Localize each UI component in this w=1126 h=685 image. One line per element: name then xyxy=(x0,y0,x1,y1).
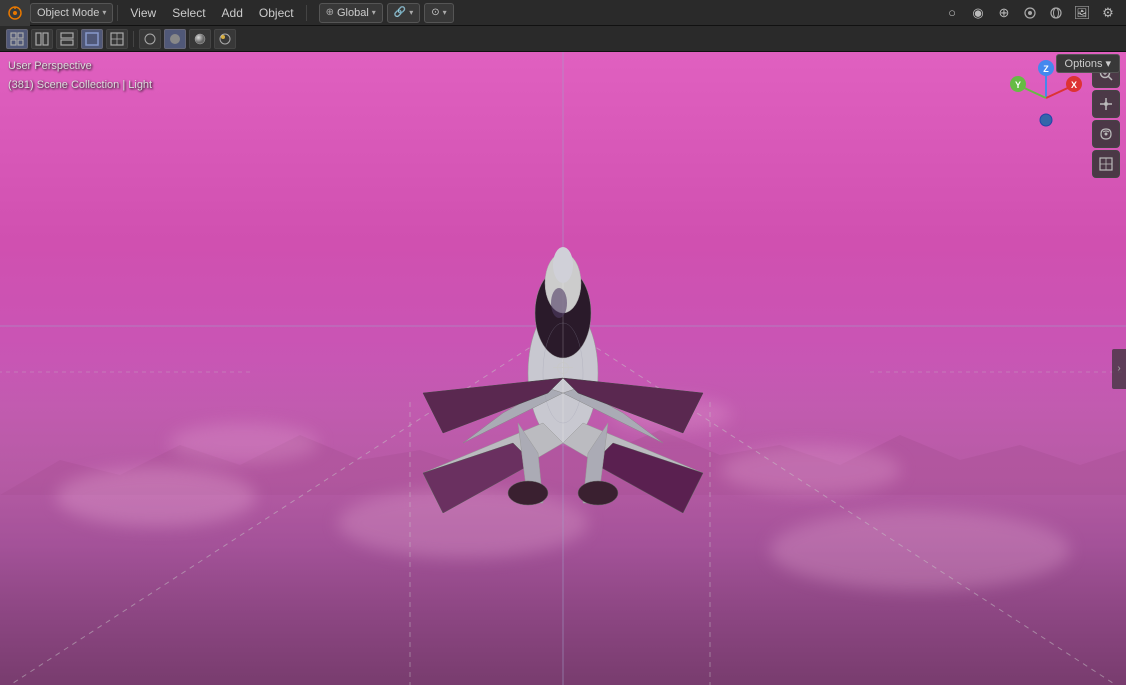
mode-dropdown-arrow: ▾ xyxy=(102,8,106,17)
svg-text:X: X xyxy=(1071,80,1077,90)
cloud-5 xyxy=(770,510,1070,590)
viewport-3d[interactable]: User Perspective (381) Scene Collection … xyxy=(0,52,1126,685)
object-mode-label: Object Mode xyxy=(37,7,99,19)
shading-wireframe[interactable] xyxy=(139,29,161,49)
snap-dropdown[interactable]: 🔗 ▾ xyxy=(387,3,420,23)
svg-text:Z: Z xyxy=(1043,64,1049,74)
menu-sep-1 xyxy=(117,5,118,21)
blender-logo[interactable] xyxy=(0,0,30,26)
toolbar-row: Options ▾ xyxy=(0,26,1126,52)
proportional-arrow: ▾ xyxy=(443,8,447,17)
viewport-shading-icon[interactable]: ○ xyxy=(940,2,964,24)
svg-text:Y: Y xyxy=(1015,80,1021,90)
render-properties-icon[interactable]: 🖼 xyxy=(1070,2,1094,24)
pivot-dropdown[interactable]: ⊕ Global ▾ xyxy=(319,3,383,23)
pivot-arrow: ▾ xyxy=(372,8,376,17)
top-menubar: Object Mode ▾ View Select Add Object ⊕ G… xyxy=(0,0,1126,26)
pivot-label: Global xyxy=(337,7,369,19)
gizmo-icon[interactable]: ⊕ xyxy=(992,2,1016,24)
orbit-tool-btn[interactable] xyxy=(1092,120,1120,148)
toolbar-sep-1 xyxy=(133,31,134,47)
side-panel-toggle[interactable]: › xyxy=(1112,349,1126,389)
snap-arrow: ▾ xyxy=(409,8,413,17)
shading-solid[interactable] xyxy=(164,29,186,49)
options-button[interactable]: Options ▾ xyxy=(1056,54,1120,73)
shading-material[interactable] xyxy=(189,29,211,49)
world-icon[interactable] xyxy=(1044,2,1068,24)
cloud-1 xyxy=(56,467,256,527)
options-label: Options xyxy=(1065,58,1103,70)
pan-tool-btn[interactable] xyxy=(1092,90,1120,118)
menu-select[interactable]: Select xyxy=(164,0,213,26)
ortho-tool-btn[interactable] xyxy=(1092,150,1120,178)
menu-view[interactable]: View xyxy=(122,0,164,26)
right-header-icons: ○ ◉ ⊕ 🖼 ⚙ xyxy=(940,2,1126,24)
overlay-icon[interactable]: ◉ xyxy=(966,2,990,24)
toolbar-btn-quad[interactable] xyxy=(106,29,128,49)
toolbar-btn-single[interactable] xyxy=(81,29,103,49)
object-mode-dropdown[interactable]: Object Mode ▾ xyxy=(30,3,113,23)
scene-icon[interactable] xyxy=(1018,2,1042,24)
menu-sep-2 xyxy=(306,5,307,21)
proportional-dropdown[interactable]: ⊙ ▾ xyxy=(424,3,453,23)
toolbar-btn-overlay2[interactable] xyxy=(56,29,78,49)
toolbar-btn-layout[interactable] xyxy=(6,29,28,49)
options-arrow: ▾ xyxy=(1105,57,1111,70)
jet-plane xyxy=(363,193,763,513)
settings-icon[interactable]: ⚙ xyxy=(1096,2,1120,24)
toolbar-btn-overlay1[interactable] xyxy=(31,29,53,49)
shading-rendered[interactable] xyxy=(214,29,236,49)
viewport-right-tools xyxy=(1092,60,1120,178)
panel-arrow-icon: › xyxy=(1117,363,1120,374)
menu-object[interactable]: Object xyxy=(251,0,302,26)
menu-add[interactable]: Add xyxy=(214,0,251,26)
